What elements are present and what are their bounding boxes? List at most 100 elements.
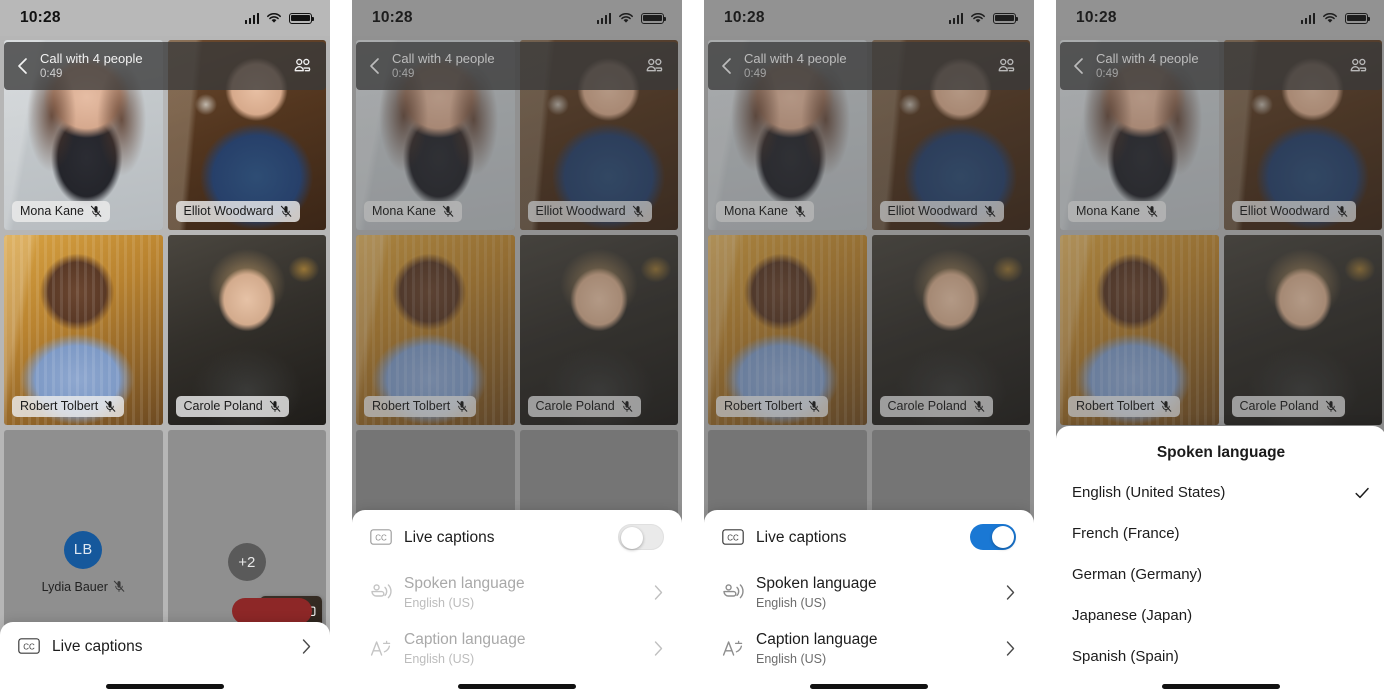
status-bar: 10:28 <box>0 0 330 36</box>
screenshot-stage: 10:28 Mona Kane Elliot Woodward Robert T… <box>0 0 1384 698</box>
mic-muted-icon <box>280 205 291 217</box>
home-indicator <box>810 684 928 689</box>
language-option-label: Spanish (Spain) <box>1072 648 1179 665</box>
language-option-row[interactable]: English (United States) <box>1056 472 1384 513</box>
spoken-language-value: English (US) <box>756 595 827 610</box>
phone-screen-1: 10:28 Mona Kane Elliot Woodward Robert T… <box>0 0 330 698</box>
chevron-right-icon[interactable] <box>653 640 664 657</box>
live-captions-toggle-row[interactable]: CC Live captions <box>352 510 682 564</box>
video-tile-participant[interactable]: Carole Poland <box>167 235 326 425</box>
language-option-label: Japanese (Japan) <box>1072 607 1193 624</box>
participant-name-chip: Carole Poland <box>175 396 289 417</box>
language-option-label: German (Germany) <box>1072 566 1203 583</box>
people-icon[interactable] <box>292 56 313 77</box>
mic-muted-icon <box>90 205 102 217</box>
checkmark-icon <box>1355 487 1369 498</box>
caption-language-body: Caption language English (US) <box>756 630 1005 667</box>
signal-bars-icon <box>244 12 259 24</box>
spoken-language-row[interactable]: Spoken language English (US) <box>704 564 1034 620</box>
caption-language-body: Caption language English (US) <box>404 630 653 667</box>
call-timer: 0:49 <box>40 68 63 80</box>
mic-muted-icon <box>113 580 125 592</box>
phone-screen-4: 10:28 Mona Kane Elliot Woodward Robert T… <box>1056 0 1384 698</box>
speaking-mouth-icon <box>371 583 392 598</box>
participant-name: Lydia Bauer <box>41 579 108 594</box>
live-captions-label: Live captions <box>52 637 143 655</box>
mic-muted-icon <box>269 400 281 412</box>
live-captions-settings-sheet: CC Live captions Spoken language English… <box>352 510 682 698</box>
language-option-label: French (France) <box>1072 525 1180 542</box>
end-call-button[interactable] <box>232 598 312 624</box>
live-captions-label: Live captions <box>404 528 495 546</box>
avatar: LB <box>64 530 103 569</box>
video-tile-participant[interactable]: Robert Tolbert <box>4 235 163 425</box>
call-title: Call with 4 people <box>40 51 143 66</box>
live-captions-row[interactable]: CC Live captions <box>0 622 330 670</box>
caption-language-label: Caption language <box>756 630 878 648</box>
participant-name-row: Lydia Bauer <box>42 580 125 594</box>
speaking-mouth-icon-wrap <box>722 582 756 603</box>
cc-icon: CC <box>18 638 40 654</box>
chevron-right-icon[interactable] <box>1005 640 1016 657</box>
translate-a-icon <box>370 640 391 656</box>
participant-name: Mona Kane <box>20 204 84 218</box>
speaking-mouth-icon-wrap <box>370 582 404 603</box>
translate-a-icon <box>722 640 743 656</box>
cc-icon-wrap: CC <box>722 529 756 545</box>
participant-name-chip: Robert Tolbert <box>12 396 125 417</box>
svg-text:CC: CC <box>23 642 35 651</box>
caption-language-row[interactable]: Caption language English (US) <box>704 620 1034 676</box>
caption-language-row[interactable]: Caption language English (US) <box>352 620 682 676</box>
spoken-language-row[interactable]: Spoken language English (US) <box>352 564 682 620</box>
home-indicator <box>106 684 224 689</box>
caption-language-value: English (US) <box>756 651 827 666</box>
live-captions-toggle[interactable] <box>618 524 664 550</box>
svg-text:CC: CC <box>727 533 739 542</box>
translate-a-icon-wrap <box>722 638 756 659</box>
back-chevron-icon[interactable] <box>10 53 36 79</box>
live-captions-body: Live captions <box>756 528 970 547</box>
live-captions-label: Live captions <box>756 528 847 546</box>
live-captions-toggle[interactable] <box>970 524 1016 550</box>
caption-language-value: English (US) <box>404 651 475 666</box>
toggle-knob <box>992 526 1014 548</box>
live-captions-toggle-row[interactable]: CC Live captions <box>704 510 1034 564</box>
live-captions-body: Live captions <box>52 637 301 656</box>
phone-screen-2: 10:28 Mona Kane Elliot Woodward Robert T… <box>352 0 682 698</box>
spoken-language-value: English (US) <box>404 595 475 610</box>
spoken-language-body: Spoken language English (US) <box>404 574 653 611</box>
live-captions-settings-sheet: CC Live captions Spoken language English… <box>704 510 1034 698</box>
status-icons <box>244 12 315 24</box>
live-captions-collapsed-sheet: CC Live captions <box>0 622 330 698</box>
spoken-language-label: Spoken language <box>756 574 877 592</box>
chevron-right-icon[interactable] <box>301 638 312 655</box>
chevron-right-icon[interactable] <box>1005 584 1016 601</box>
cc-icon-wrap: CC <box>18 638 52 654</box>
participant-name: Carole Poland <box>183 399 263 413</box>
participant-name-chip: Mona Kane <box>12 201 110 222</box>
caption-language-label: Caption language <box>404 630 526 648</box>
cc-icon-wrap: CC <box>370 529 404 545</box>
phone-screen-3: 10:28 Mona Kane Elliot Woodward Robert T… <box>704 0 1034 698</box>
speaking-mouth-icon <box>723 583 744 598</box>
home-indicator <box>458 684 576 689</box>
language-option-row[interactable]: Japanese (Japan) <box>1056 595 1384 636</box>
translate-a-icon-wrap <box>370 638 404 659</box>
call-header-text: Call with 4 people 0:49 <box>40 51 292 81</box>
chevron-right-icon[interactable] <box>653 584 664 601</box>
participant-name: Robert Tolbert <box>20 399 99 413</box>
overflow-count-badge: +2 <box>227 543 266 581</box>
battery-icon <box>289 12 315 24</box>
language-option-row[interactable]: German (Germany) <box>1056 554 1384 595</box>
language-option-row[interactable]: Spanish (Spain) <box>1056 636 1384 677</box>
language-option-label: English (United States) <box>1072 484 1226 501</box>
cc-icon: CC <box>370 529 392 545</box>
home-indicator <box>1162 684 1280 689</box>
participant-name: Elliot Woodward <box>183 204 274 218</box>
live-captions-body: Live captions <box>404 528 618 547</box>
language-option-row[interactable]: French (France) <box>1056 513 1384 554</box>
cc-icon: CC <box>722 529 744 545</box>
call-header: Call with 4 people 0:49 <box>4 42 326 90</box>
wifi-icon <box>267 13 281 23</box>
spoken-language-body: Spoken language English (US) <box>756 574 1005 611</box>
